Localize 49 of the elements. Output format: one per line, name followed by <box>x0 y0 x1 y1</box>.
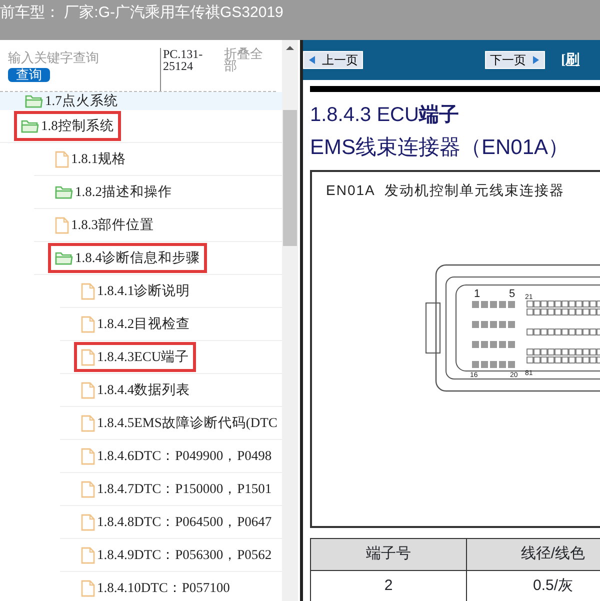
tree-item[interactable]: 1.8.4.8DTC：P064500，P0647 <box>74 506 279 538</box>
table-cell: 2 <box>310 570 466 601</box>
tree-item[interactable]: 1.8.4.5EMS故障诊断代码(DTC <box>74 408 284 438</box>
scrollbar[interactable] <box>282 40 298 601</box>
refresh-link[interactable]: [刷 <box>561 50 580 70</box>
tree-item[interactable]: 1.8.4.4数据列表 <box>74 374 198 406</box>
folder-icon <box>55 251 73 265</box>
tree-item[interactable]: 1.8.4.3ECU端子 <box>74 342 196 372</box>
section-title: 1.8.4.3 ECU端子 <box>310 103 460 128</box>
document-icon <box>81 414 95 432</box>
folder-icon <box>55 185 73 199</box>
right-arrow-icon <box>532 55 540 65</box>
tree-item[interactable]: 1.8.4.1诊断说明 <box>74 276 198 306</box>
figure-caption: EN01A 发动机控制单元线束连接器 <box>326 181 566 200</box>
column-header: 线径/线色 <box>466 538 600 570</box>
tree-item[interactable]: 1.8.3部件位置 <box>48 210 161 240</box>
document-icon <box>81 514 95 530</box>
scrollbar-thumb[interactable] <box>283 110 297 246</box>
pin-number: 1 <box>474 288 480 300</box>
document-icon <box>81 382 95 398</box>
window-title: 前车型： 厂家:G-广汽乘用车传祺GS32019 <box>0 4 284 21</box>
left-arrow-icon <box>308 55 316 65</box>
tree-item[interactable]: 1.8控制系统 <box>14 110 121 142</box>
document-icon <box>81 448 95 464</box>
document-icon <box>81 580 95 596</box>
tree-item[interactable]: 1.8.4.7DTC：P150000，P1501 <box>74 474 279 504</box>
tree-item[interactable]: 1.8.4.10DTC：P057100 <box>74 572 237 601</box>
tree-item[interactable]: 1.8.4.2目视检查 <box>74 308 198 340</box>
search-button[interactable]: 查询 <box>8 68 50 82</box>
tree-item[interactable]: 1.8.4.6DTC：P049900，P0498 <box>74 440 279 472</box>
document-icon <box>55 150 69 168</box>
tree-item[interactable]: 1.8.4.9DTC：P056300，P0562 <box>74 540 279 570</box>
folder-icon <box>21 119 39 133</box>
tree-item[interactable]: 1.8.4诊断信息和步骤 <box>48 242 207 274</box>
column-header: 端子号 <box>310 538 466 570</box>
document-icon <box>81 348 95 366</box>
version-code: PC.131-25124 <box>160 48 212 91</box>
tree-item[interactable]: 1.8.1规格 <box>48 144 133 174</box>
folder-icon <box>25 94 43 108</box>
previous-page-button[interactable]: 上一页 <box>303 51 363 69</box>
document-icon <box>81 546 95 564</box>
document-icon <box>81 480 95 498</box>
pin-number: 5 <box>509 288 516 300</box>
document-icon <box>81 316 95 332</box>
next-page-button[interactable]: 下一页 <box>485 51 545 69</box>
connector-title: EMS线束连接器（EN01A） <box>310 135 570 161</box>
document-icon <box>55 216 69 234</box>
document-icon <box>81 282 95 300</box>
tree-item[interactable]: 1.8.2描述和操作 <box>48 176 179 208</box>
